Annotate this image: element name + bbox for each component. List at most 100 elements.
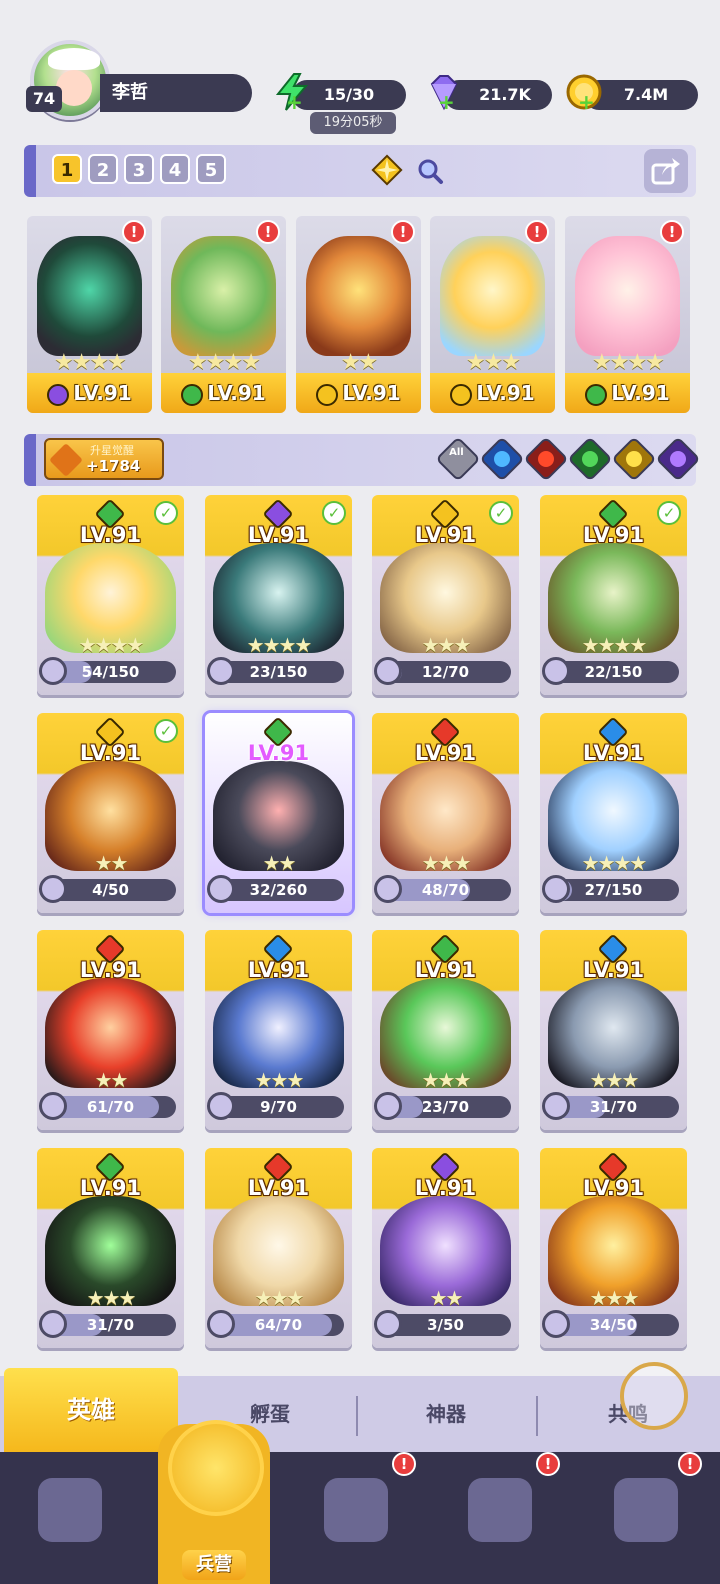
hero-card[interactable]: LV.91 ★★★ 23/70 [372, 930, 519, 1130]
hero-shard-icon [542, 657, 570, 685]
hero-shard-icon [374, 657, 402, 685]
team-hero-card[interactable]: ! ★★★★ LV.91 [27, 216, 152, 413]
hero-stars: ★★★ [86, 1286, 137, 1310]
hero-stars: ★★★ [589, 1068, 640, 1092]
avatar-hat [48, 48, 100, 70]
hero-level: LV.91 [247, 958, 310, 982]
awaken-value: +1784 [86, 457, 141, 475]
hero-card[interactable]: LV.91 ✓ ★★ 4/50 [37, 713, 184, 913]
nav-temple[interactable]: ! [452, 1452, 560, 1562]
team-tab-5[interactable]: 5 [196, 154, 226, 184]
hero-level: LV.91 [582, 741, 645, 765]
team-hero-card[interactable]: ! ★★★★ LV.91 [161, 216, 286, 413]
team-tab-4[interactable]: 4 [160, 154, 190, 184]
nature-element-icon [585, 383, 608, 406]
energy-plus-icon[interactable]: + [286, 92, 303, 112]
dark-element-icon [670, 451, 686, 467]
hero-card[interactable]: LV.91 ★★★ 9/70 [205, 930, 352, 1130]
filter-fire-button[interactable] [523, 436, 569, 482]
hero-stars: ★★ [262, 851, 297, 875]
gold-plus-icon[interactable]: + [578, 92, 595, 112]
top-bar: 李哲 74 + 15/30 19分05秒 + 21.7K + 7.4M [0, 0, 720, 140]
energy-counter[interactable]: + 15/30 [275, 73, 406, 112]
gold-counter[interactable]: + 7.4M [566, 74, 698, 112]
hero-level: LV.91 [476, 381, 535, 405]
filter-dark-button[interactable] [655, 436, 701, 482]
hero-card[interactable]: LV.91 ★★★ 31/70 [37, 1148, 184, 1348]
hero-portrait [171, 236, 276, 356]
team-tab-1[interactable]: 1 [52, 154, 82, 184]
hero-card[interactable]: LV.91 ✓ ★★★★ 22/150 [540, 495, 687, 695]
hero-level-band: LV.91 [430, 373, 555, 413]
gem-plus-icon[interactable]: + [438, 92, 455, 112]
nav-cards[interactable] [22, 1472, 118, 1562]
light-element-icon [316, 383, 339, 406]
nav-map[interactable]: ! [308, 1452, 416, 1562]
tab-heroes[interactable]: 英雄 [4, 1368, 178, 1452]
player-name[interactable]: 李哲 [100, 74, 252, 112]
hero-stars: ★★★ [254, 1068, 305, 1092]
hero-level: LV.91 [207, 381, 266, 405]
search-icon[interactable] [416, 157, 444, 185]
star-awaken-button[interactable]: 升星觉醒 +1784 [44, 438, 164, 480]
hero-level: LV.91 [582, 958, 645, 982]
hero-level: LV.91 [582, 1176, 645, 1200]
hero-level-band: LV.91 [296, 373, 421, 413]
checkmark-icon: ✓ [154, 501, 178, 525]
filter-all-button[interactable]: All [435, 436, 481, 482]
hero-stars: ★★★ [254, 1286, 305, 1310]
hero-card[interactable]: LV.91 ✓ ★★★★ 23/150 [205, 495, 352, 695]
mushroom-icon [614, 1478, 678, 1542]
tab-artifacts[interactable]: 神器 [360, 1376, 532, 1452]
hero-portrait [306, 236, 411, 356]
hero-level: LV.91 [611, 381, 670, 405]
hero-shard-icon [542, 875, 570, 903]
hero-shard-icon [542, 1310, 570, 1338]
alert-badge-icon: ! [391, 220, 415, 244]
gem-value: 21.7K [479, 85, 531, 104]
share-button[interactable] [644, 149, 688, 193]
hero-card[interactable]: LV.91 ★★★ 64/70 [205, 1148, 352, 1348]
alert-badge-icon: ! [536, 1452, 560, 1476]
light-element-icon [626, 451, 642, 467]
hero-card[interactable]: LV.91 ★★★ 48/70 [372, 713, 519, 913]
hero-stars: ★★★★ [246, 633, 313, 657]
hero-card[interactable]: LV.91 ✓ ★★★★ 54/150 [37, 495, 184, 695]
awaken-title: 升星觉醒 [90, 444, 134, 457]
hero-filter-bar: 升星觉醒 +1784 All [24, 434, 701, 486]
hero-portrait [575, 236, 680, 356]
hero-card[interactable]: LV.91 ★★ 61/70 [37, 930, 184, 1130]
hero-card[interactable]: LV.91 ★★★ 34/50 [540, 1148, 687, 1348]
bottom-nav-bar: ! ! ! [0, 1452, 720, 1584]
hero-level: LV.91 [79, 741, 142, 765]
nav-mushroom[interactable]: ! [598, 1452, 702, 1562]
hero-stars: ★★★ [421, 851, 472, 875]
alert-badge-icon: ! [122, 220, 146, 244]
team-hero-card[interactable]: ! ★★★★ LV.91 [565, 216, 690, 413]
filter-nature-button[interactable] [567, 436, 613, 482]
team-buff-icon[interactable] [370, 153, 404, 187]
collection-subtabs: 英雄 孵蛋 神器 共鸣 [0, 1368, 720, 1452]
hero-level: LV.91 [73, 381, 132, 405]
hero-card[interactable]: LV.91 ★★ 32/260 [205, 713, 352, 913]
team-hero-card[interactable]: ! ★★ LV.91 [296, 216, 421, 413]
team-tab-2[interactable]: 2 [88, 154, 118, 184]
hero-card[interactable]: LV.91 ★★★ 31/70 [540, 930, 687, 1130]
hero-level: LV.91 [79, 958, 142, 982]
filter-light-button[interactable] [611, 436, 657, 482]
team-hero-card[interactable]: ! ★★★ LV.91 [430, 216, 555, 413]
hero-card[interactable]: LV.91 ★★ 3/50 [372, 1148, 519, 1348]
filter-water-button[interactable] [479, 436, 525, 482]
hero-card[interactable]: LV.91 ★★★★ 27/150 [540, 713, 687, 913]
hero-level: LV.91 [247, 741, 310, 765]
team-tab-3[interactable]: 3 [124, 154, 154, 184]
gem-counter[interactable]: + 21.7K [430, 75, 552, 112]
team-selector-bar: 1 2 3 4 5 [24, 145, 696, 197]
tab-divider [356, 1396, 358, 1436]
floating-quick-button[interactable] [620, 1362, 688, 1430]
nav-barracks[interactable]: 兵营 [164, 1420, 264, 1580]
hero-shard-icon [374, 1310, 402, 1338]
checkmark-icon: ✓ [489, 501, 513, 525]
hero-level: LV.91 [247, 1176, 310, 1200]
hero-card[interactable]: LV.91 ✓ ★★★ 12/70 [372, 495, 519, 695]
